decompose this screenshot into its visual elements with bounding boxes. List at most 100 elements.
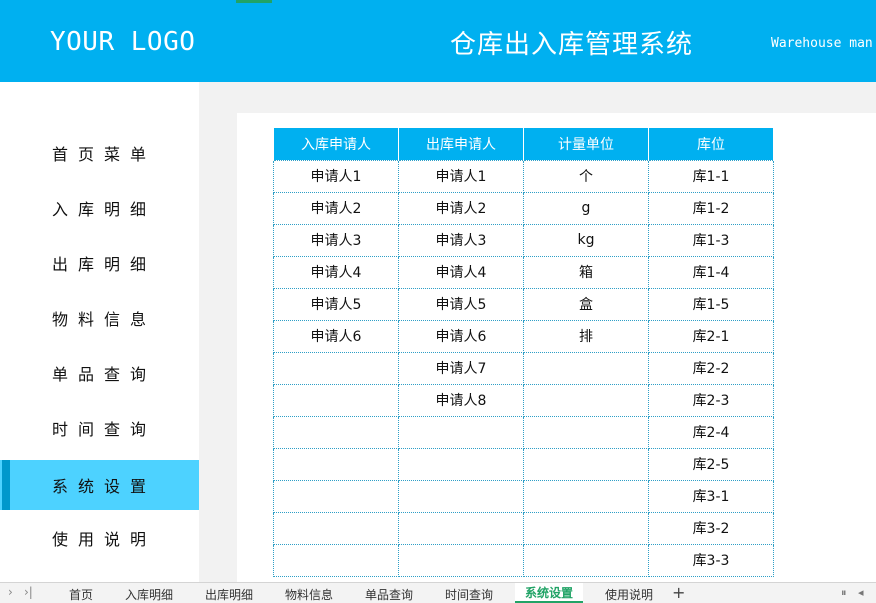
table-row: 申请人6 申请人6 排库2-1 — [273, 319, 774, 353]
table-row: 申请人5 申请人5 盒库1-5 — [273, 287, 774, 321]
sidebar-item-outbound[interactable]: 出库明细 — [0, 238, 199, 288]
table-cell-unit[interactable] — [523, 383, 649, 417]
table-cell-inbound-applicant[interactable]: 申请人2 — [273, 191, 399, 225]
table-cell-location[interactable]: 库3-2 — [648, 511, 774, 545]
table-cell-inbound-applicant[interactable] — [273, 351, 399, 385]
table-row: 库3-3 — [273, 543, 774, 577]
table-cell-inbound-applicant[interactable] — [273, 415, 399, 449]
sheet-tab-bar: › ›| 首页 入库明细 出库明细 物料信息 单品查询 时间查询 系统设置 使用… — [0, 582, 876, 603]
table-cell-location[interactable]: 库1-1 — [648, 159, 774, 193]
table-cell-inbound-applicant[interactable]: 申请人4 — [273, 255, 399, 289]
table-row: 库3-1 — [273, 479, 774, 513]
table-cell-outbound-applicant[interactable] — [398, 511, 524, 545]
table-cell-outbound-applicant[interactable] — [398, 543, 524, 577]
table-cell-outbound-applicant[interactable]: 申请人3 — [398, 223, 524, 257]
table-cell-location[interactable]: 库3-3 — [648, 543, 774, 577]
table-cell-location[interactable]: 库1-4 — [648, 255, 774, 289]
table-row: 申请人3 申请人3 kg 库1-3 — [273, 223, 774, 257]
sheet-tab-help[interactable]: 使用说明 — [605, 586, 653, 603]
table-row: 库2-4 — [273, 415, 774, 449]
table-cell-unit[interactable]: 排 — [523, 319, 649, 353]
table-cell-inbound-applicant[interactable]: 申请人3 — [273, 223, 399, 257]
sidebar-item-inbound[interactable]: 入库明细 — [0, 183, 199, 233]
column-header-inbound-applicant: 入库申请人 — [273, 128, 399, 160]
add-sheet-icon[interactable]: + — [672, 583, 685, 602]
table-row: 申请人4 申请人4 箱库1-4 — [273, 255, 774, 289]
table-cell-unit[interactable] — [523, 351, 649, 385]
table-cell-unit[interactable]: kg — [523, 223, 649, 257]
table-cell-unit[interactable]: 个 — [523, 159, 649, 193]
settings-panel: 入库申请人 出库申请人 计量单位 库位 申请人1 申请人1 个库1-1 申请人2 申请人… — [237, 113, 876, 582]
table-cell-outbound-applicant[interactable]: 申请人4 — [398, 255, 524, 289]
table-cell-inbound-applicant[interactable] — [273, 383, 399, 417]
table-cell-unit[interactable] — [523, 543, 649, 577]
table-cell-unit[interactable] — [523, 447, 649, 481]
table-row: 库3-2 — [273, 511, 774, 545]
table-cell-inbound-applicant[interactable] — [273, 479, 399, 513]
app-header: YOUR LOGO 仓库出入库管理系统 Warehouse man — [0, 0, 876, 82]
table-cell-unit[interactable]: 箱 — [523, 255, 649, 289]
table-cell-location[interactable]: 库1-2 — [648, 191, 774, 225]
sheet-tab-inbound[interactable]: 入库明细 — [125, 586, 173, 603]
table-cell-unit[interactable]: g — [523, 191, 649, 225]
table-cell-outbound-applicant[interactable] — [398, 479, 524, 513]
settings-table: 入库申请人 出库申请人 计量单位 库位 申请人1 申请人1 个库1-1 申请人2 申请人… — [273, 128, 774, 577]
table-row: 申请人7 库2-2 — [273, 351, 774, 385]
sidebar-item-settings[interactable]: 系统设置 — [0, 460, 199, 510]
table-cell-inbound-applicant[interactable]: 申请人5 — [273, 287, 399, 321]
table-cell-location[interactable]: 库2-4 — [648, 415, 774, 449]
table-cell-outbound-applicant[interactable]: 申请人2 — [398, 191, 524, 225]
sheet-tab-time-query[interactable]: 时间查询 — [445, 586, 493, 603]
table-cell-outbound-applicant[interactable]: 申请人1 — [398, 159, 524, 193]
sheet-tab-home[interactable]: 首页 — [69, 586, 93, 603]
sidebar-item-time-query[interactable]: 时间查询 — [0, 403, 199, 453]
table-cell-location[interactable]: 库3-1 — [648, 479, 774, 513]
table-cell-outbound-applicant[interactable]: 申请人7 — [398, 351, 524, 385]
page-title: 仓库出入库管理系统 — [450, 30, 694, 60]
table-cell-outbound-applicant[interactable] — [398, 447, 524, 481]
table-cell-unit[interactable]: 盒 — [523, 287, 649, 321]
sheet-tab-settings[interactable]: 系统设置 — [515, 583, 584, 603]
sidebar-item-item-query[interactable]: 单品查询 — [0, 348, 199, 398]
table-cell-outbound-applicant[interactable]: 申请人6 — [398, 319, 524, 353]
table-cell-inbound-applicant[interactable]: 申请人1 — [273, 159, 399, 193]
sheet-tab-materials[interactable]: 物料信息 — [285, 586, 333, 603]
table-row: 申请人1 申请人1 个库1-1 — [273, 159, 774, 193]
sheet-tab-item-query[interactable]: 单品查询 — [365, 586, 413, 603]
table-cell-location[interactable]: 库1-5 — [648, 287, 774, 321]
column-header-outbound-applicant: 出库申请人 — [398, 128, 524, 160]
sidebar: 首页菜单 入库明细 出库明细 物料信息 单品查询 时间查询 系统设置 使用说明 — [0, 82, 199, 582]
sidebar-item-materials[interactable]: 物料信息 — [0, 293, 199, 343]
scroll-left-icon[interactable]: ◂ — [858, 586, 864, 599]
table-cell-location[interactable]: 库1-3 — [648, 223, 774, 257]
table-row: 申请人2 申请人2 g 库1-2 — [273, 191, 774, 225]
scroll-divider-icon[interactable]: ⏸ — [841, 586, 847, 600]
table-cell-unit[interactable] — [523, 415, 649, 449]
table-cell-outbound-applicant[interactable]: 申请人5 — [398, 287, 524, 321]
column-header-location: 库位 — [648, 128, 774, 160]
scroll-next-sheet-icon[interactable]: › — [8, 585, 13, 599]
table-cell-inbound-applicant[interactable] — [273, 447, 399, 481]
column-header-unit: 计量单位 — [523, 128, 649, 160]
sheet-tab-outbound[interactable]: 出库明细 — [205, 586, 253, 603]
table-row: 库2-5 — [273, 447, 774, 481]
cell-selection-marker — [236, 0, 272, 3]
table-cell-unit[interactable] — [523, 479, 649, 513]
table-cell-location[interactable]: 库2-2 — [648, 351, 774, 385]
table-cell-location[interactable]: 库2-1 — [648, 319, 774, 353]
sidebar-item-home[interactable]: 首页菜单 — [0, 128, 199, 178]
table-cell-inbound-applicant[interactable] — [273, 511, 399, 545]
table-cell-location[interactable]: 库2-3 — [648, 383, 774, 417]
table-cell-unit[interactable] — [523, 511, 649, 545]
table-cell-outbound-applicant[interactable] — [398, 415, 524, 449]
table-row: 申请人8 库2-3 — [273, 383, 774, 417]
page-subtitle: Warehouse man — [771, 36, 873, 51]
table-cell-inbound-applicant[interactable]: 申请人6 — [273, 319, 399, 353]
table-cell-outbound-applicant[interactable]: 申请人8 — [398, 383, 524, 417]
table-body: 申请人1 申请人1 个库1-1 申请人2 申请人2 g 库1-2 申请人3 申请人3 kg 库1-3… — [273, 159, 774, 577]
sidebar-item-help[interactable]: 使用说明 — [0, 513, 199, 563]
scroll-last-sheet-icon[interactable]: ›| — [24, 585, 33, 599]
table-cell-inbound-applicant[interactable] — [273, 543, 399, 577]
table-cell-location[interactable]: 库2-5 — [648, 447, 774, 481]
table-header-row: 入库申请人 出库申请人 计量单位 库位 — [273, 128, 774, 160]
